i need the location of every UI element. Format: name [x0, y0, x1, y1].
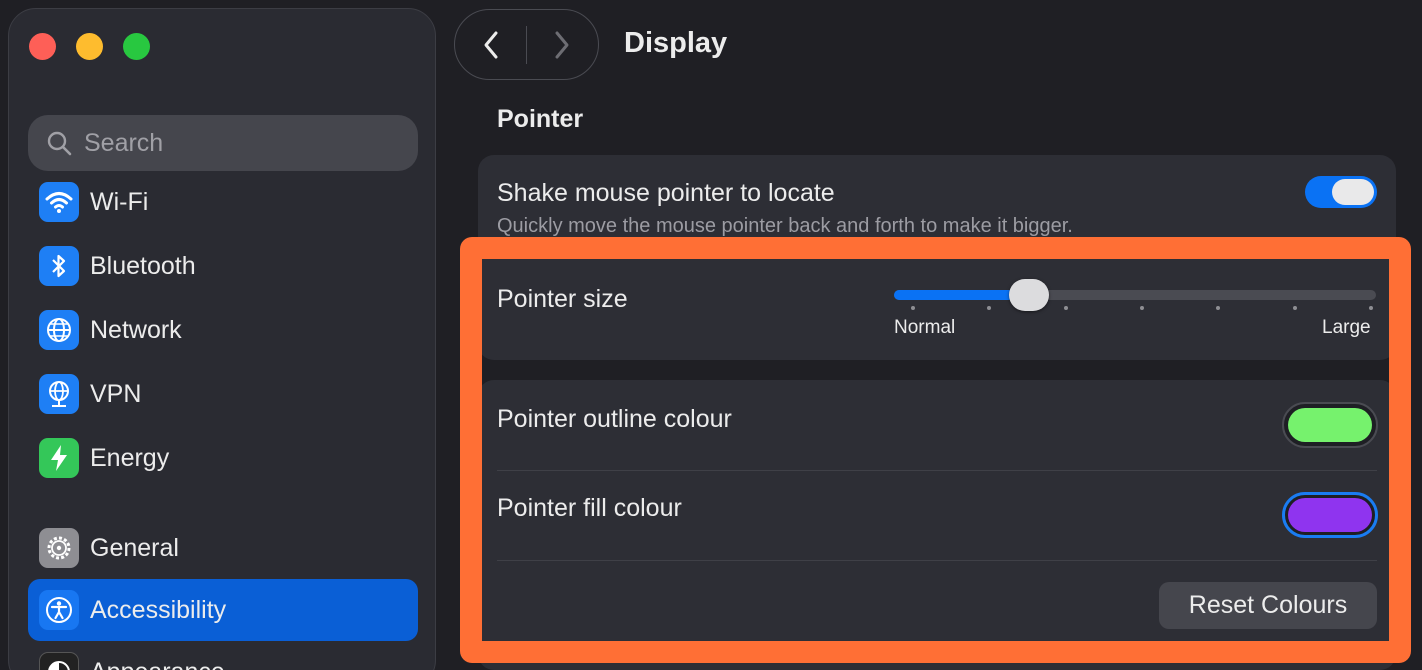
vpn-globe-icon: [39, 374, 79, 414]
fill-colour-swatch: [1288, 498, 1372, 532]
sidebar-item-label: Accessibility: [90, 595, 227, 624]
search-icon: [47, 131, 72, 156]
pointer-outline-label: Pointer outline colour: [497, 405, 732, 433]
bluetooth-icon: [39, 246, 79, 286]
chevron-left-icon: [484, 31, 497, 58]
section-title-pointer: Pointer: [497, 105, 584, 133]
zoom-window-button[interactable]: [123, 33, 150, 60]
slider-min-label: Normal: [894, 317, 956, 338]
shake-pointer-panel: Shake mouse pointer to locate Quickly mo…: [478, 155, 1396, 275]
sidebar-item-label: General: [90, 533, 179, 562]
sidebar-item-accessibility[interactable]: Accessibility: [28, 579, 418, 641]
sidebar-item-vpn[interactable]: VPN: [28, 363, 418, 425]
shake-pointer-toggle[interactable]: [1305, 176, 1377, 208]
slider-tick: [1369, 306, 1373, 310]
shake-pointer-description: Quickly move the mouse pointer back and …: [497, 215, 1073, 237]
sidebar-item-wifi[interactable]: Wi-Fi: [28, 171, 418, 233]
reset-colours-button[interactable]: Reset Colours: [1159, 582, 1377, 629]
navigation-controls: [454, 9, 599, 80]
sidebar-item-label: Network: [90, 315, 182, 344]
sidebar-item-appearance[interactable]: Appearance: [28, 641, 418, 670]
sidebar-item-label: Wi-Fi: [90, 187, 149, 216]
page-title: Display: [624, 27, 728, 59]
appearance-icon: [39, 652, 79, 670]
lightning-icon: [39, 438, 79, 478]
sidebar-item-bluetooth[interactable]: Bluetooth: [28, 235, 418, 297]
outline-colour-well[interactable]: [1282, 402, 1378, 448]
wifi-icon: [39, 182, 79, 222]
fill-colour-well[interactable]: [1282, 492, 1378, 538]
sidebar-item-label: Energy: [90, 443, 170, 472]
sidebar-item-general[interactable]: General: [28, 517, 418, 579]
sidebar-item-network[interactable]: Network: [28, 299, 418, 361]
sidebar-item-label: Bluetooth: [90, 251, 196, 280]
window-controls: [29, 33, 150, 60]
search-placeholder: Search: [84, 128, 164, 157]
forward-button[interactable]: [527, 10, 598, 79]
globe-icon: [39, 310, 79, 350]
divider: [497, 560, 1377, 561]
sidebar-item-label: VPN: [90, 379, 142, 408]
pointer-fill-label: Pointer fill colour: [497, 494, 682, 522]
sidebar: Search Wi-Fi Bluetooth Network VPN Energ…: [8, 8, 436, 670]
chevron-right-icon: [555, 31, 569, 58]
pointer-size-label: Pointer size: [497, 285, 628, 313]
accessibility-icon: [39, 590, 79, 630]
slider-tick: [1292, 306, 1297, 310]
slider-knob[interactable]: [1009, 279, 1049, 311]
search-input[interactable]: Search: [28, 115, 418, 171]
divider: [497, 470, 1377, 471]
slider-tick: [1140, 306, 1144, 310]
shake-pointer-label: Shake mouse pointer to locate: [497, 179, 835, 207]
toggle-knob: [1332, 179, 1374, 205]
minimize-window-button[interactable]: [76, 33, 103, 60]
slider-tick: [1063, 306, 1068, 310]
pointer-size-panel: Pointer size: [478, 258, 1396, 360]
slider-tick: [911, 306, 915, 310]
pointer-size-slider[interactable]: [894, 279, 1376, 311]
slider-max-label: Large: [1322, 317, 1371, 338]
back-button[interactable]: [455, 10, 526, 79]
sidebar-item-label: Appearance: [90, 658, 225, 670]
close-window-button[interactable]: [29, 33, 56, 60]
gear-icon: [39, 528, 79, 568]
sidebar-item-energy[interactable]: Energy: [28, 427, 418, 489]
outline-colour-swatch: [1288, 408, 1372, 442]
